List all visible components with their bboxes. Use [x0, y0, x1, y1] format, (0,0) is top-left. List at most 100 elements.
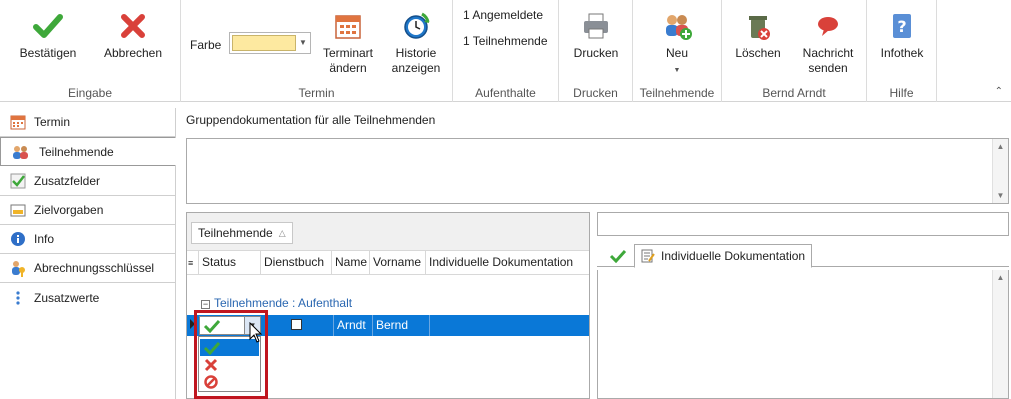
scroll-up-icon[interactable]: ▲ [993, 270, 1008, 285]
terminart-label-2: ändern [329, 61, 367, 75]
nav-item-zusatzfelder[interactable]: Zusatzfelder [0, 167, 176, 196]
column-header-individuelle-dokumentation[interactable]: Individuelle Dokumentation [426, 251, 589, 274]
historie-label-2: anzeigen [391, 61, 441, 75]
calendar-icon [10, 115, 26, 130]
ribbon-group-eingabe: Bestätigen Abbrechen Eingabe [0, 0, 181, 102]
nav-label-zielvorgaben: Zielvorgaben [34, 203, 104, 217]
message-label-1: Nachricht [802, 46, 854, 60]
nav-item-info[interactable]: Info [0, 225, 176, 254]
chevron-down-icon: ▼ [673, 67, 681, 74]
trash-icon [749, 16, 770, 40]
nav-item-zielvorgaben[interactable]: Zielvorgaben [0, 196, 176, 225]
group-chip-label: Teilnehmende [198, 226, 273, 240]
tab-label-individual-documentation: Individuelle Dokumentation [661, 249, 806, 263]
column-chooser-icon[interactable]: ≡ [187, 251, 199, 274]
scroll-down-icon[interactable]: ▼ [993, 188, 1008, 203]
vertical-scrollbar[interactable]: ▲ ▼ [992, 139, 1008, 203]
nav-item-zusatzwerte[interactable]: Zusatzwerte [0, 283, 176, 312]
print-button[interactable]: Drucken [565, 10, 627, 61]
ribbon-group-drucken: Drucken Drucken [559, 0, 633, 102]
print-label: Drucken [573, 46, 619, 60]
cancel-label: Abbrechen [103, 46, 163, 60]
note-edit-icon [641, 249, 655, 263]
nav-label-teilnehmende: Teilnehmende [39, 144, 114, 159]
group-label-aufenthalte: Aufenthalte [475, 86, 536, 100]
show-history-button[interactable]: Historie anzeigen [384, 10, 448, 76]
cancel-button[interactable]: Abbrechen [96, 10, 170, 61]
ribbon-group-aufenthalte: 1 Angemeldete 1 Teilnehmende Aufenthalte [453, 0, 559, 102]
group-label-eingabe: Eingabe [67, 86, 113, 100]
group-documentation-title: Gruppendokumentation für alle Teilnehmen… [186, 113, 436, 127]
ribbon-group-teilnehmende: Neu ▼ Teilnehmende [633, 0, 722, 102]
nav-item-abrechnungsschluessel[interactable]: Abrechnungsschlüssel [0, 254, 176, 283]
svg-text:?: ? [897, 17, 906, 36]
new-label: Neu [665, 46, 688, 60]
checkmark-icon [33, 14, 63, 38]
teilnehmende-count-link[interactable]: 1 Teilnehmende [463, 34, 548, 48]
color-swatch [232, 35, 296, 51]
group-row[interactable]: − Teilnehmende : Aufenthalt [201, 296, 352, 310]
color-picker[interactable]: ▼ [229, 32, 311, 54]
delete-button[interactable]: Löschen [728, 10, 788, 61]
confirm-button[interactable]: Bestätigen [12, 10, 84, 61]
left-navigation: Termin Teilnehmende Zusatzfelder Zielvor… [0, 108, 176, 399]
color-label: Farbe [190, 38, 222, 52]
angemeldete-link[interactable]: 1 Angemeldete [463, 8, 543, 22]
chevron-down-icon: ▼ [299, 38, 307, 47]
group-label-bernd-arndt: Bernd Arndt [762, 86, 826, 100]
cell-vorname: Bernd [373, 315, 430, 336]
column-header-status[interactable]: Status [199, 251, 261, 274]
mouse-cursor-icon [249, 322, 263, 343]
cell-individuelle-dokumentation [430, 315, 589, 336]
history-clock-icon [404, 12, 430, 39]
change-appointment-type-button[interactable]: Terminart ändern [316, 10, 380, 76]
vertical-scrollbar[interactable]: ▲ [992, 270, 1008, 398]
column-header-row: ≡ Status Dienstbuch Name Vorname Individ… [187, 251, 589, 275]
check-icon [10, 173, 26, 189]
documentation-tab-strip: Individuelle Dokumentation [597, 244, 1009, 268]
target-icon [10, 204, 26, 217]
column-header-name[interactable]: Name [332, 251, 370, 274]
printer-icon [584, 13, 608, 39]
tab-check[interactable] [603, 244, 633, 267]
key-user-icon [12, 261, 25, 277]
nav-label-info: Info [34, 232, 55, 246]
column-header-dienstbuch[interactable]: Dienstbuch [261, 251, 332, 274]
confirm-label: Bestätigen [19, 46, 77, 60]
sort-ascending-icon: △ [278, 227, 286, 238]
group-label-teilnehmende: Teilnehmende [639, 86, 715, 100]
group-row-label: Teilnehmende : Aufenthalt [214, 296, 353, 310]
info-icon [11, 232, 25, 246]
right-header-field[interactable] [597, 212, 1009, 236]
ribbon-group-bernd-arndt: Löschen Nachricht senden Bernd Arndt [722, 0, 867, 102]
column-header-vorname[interactable]: Vorname [370, 251, 426, 274]
ribbon: Bestätigen Abbrechen Eingabe Termin Farb… [0, 0, 1011, 102]
individual-documentation-textarea[interactable]: ▲ [597, 270, 1009, 399]
terminart-label-1: Terminart [322, 46, 373, 60]
nav-label-zusatzwerte: Zusatzwerte [34, 290, 100, 305]
group-label-drucken: Drucken [573, 86, 618, 100]
new-participant-button[interactable]: Neu ▼ [645, 10, 709, 78]
dots-icon [16, 290, 20, 305]
message-label-2: senden [808, 61, 848, 75]
group-label-hilfe: Hilfe [889, 86, 914, 100]
tab-individual-documentation[interactable]: Individuelle Dokumentation [634, 244, 813, 268]
nav-item-termin[interactable]: Termin [0, 108, 176, 137]
infothek-button[interactable]: ? Infothek [871, 10, 933, 61]
nav-label-zusatzfelder: Zusatzfelder [34, 174, 101, 188]
delete-label: Löschen [735, 46, 781, 60]
group-documentation-textarea[interactable]: ▲ ▼ [186, 138, 1009, 204]
dienstbuch-checkbox[interactable] [291, 319, 302, 330]
ribbon-group-hilfe: ? Infothek Hilfe [867, 0, 937, 102]
historie-label-1: Historie [395, 46, 437, 60]
collapse-ribbon-icon[interactable]: ⌃ [995, 86, 1003, 97]
send-message-button[interactable]: Nachricht senden [794, 10, 862, 76]
scroll-up-icon[interactable]: ▲ [993, 139, 1008, 154]
cross-icon [121, 14, 145, 38]
checkmark-icon [609, 249, 627, 263]
group-by-chip[interactable]: Teilnehmende △ [191, 222, 293, 244]
people-icon [13, 145, 28, 159]
group-by-area: Teilnehmende △ [187, 213, 589, 251]
collapse-group-icon[interactable]: − [201, 300, 210, 309]
nav-item-teilnehmende[interactable]: Teilnehmende [0, 137, 176, 166]
